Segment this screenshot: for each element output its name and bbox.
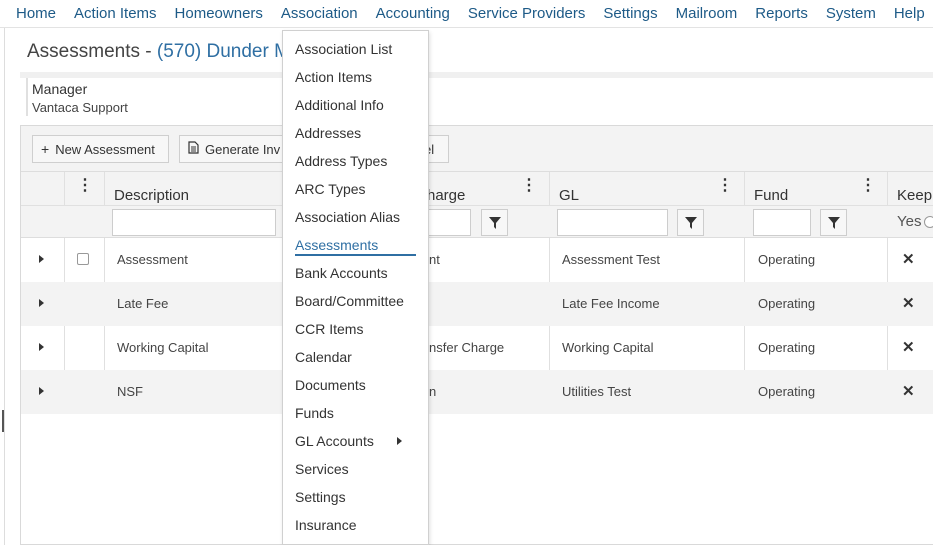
association-dropdown-menu: Association List Action Items Additional… [282, 30, 429, 545]
expand-row-icon[interactable] [39, 343, 44, 351]
charge-filter-button[interactable] [481, 209, 508, 236]
description-column-header[interactable]: Description [104, 172, 284, 206]
table-row[interactable]: Late Fee Late Fee Income Operating ✕ [21, 282, 933, 326]
menu-item-association-alias[interactable]: Association Alias [295, 203, 400, 231]
gl-cell: Working Capital [562, 340, 654, 355]
fund-cell: Operating [758, 384, 816, 399]
menu-item-calendar[interactable]: Calendar [295, 343, 352, 371]
menu-item-association-list[interactable]: Association List [295, 35, 392, 63]
description-cell: Assessment [117, 252, 188, 267]
filter-icon [684, 216, 697, 229]
nav-home[interactable]: Home [0, 1, 65, 27]
menu-item-address-types[interactable]: Address Types [295, 147, 387, 175]
gl-filter-button[interactable] [677, 209, 704, 236]
title-divider [20, 72, 933, 78]
page-title-prefix: Assessments - [27, 41, 157, 62]
nav-system[interactable]: System [817, 1, 885, 27]
description-cell: NSF [117, 384, 143, 399]
expand-row-icon[interactable] [39, 387, 44, 395]
fund-filter-input[interactable] [753, 209, 811, 236]
nav-homeowners[interactable]: Homeowners [166, 1, 272, 27]
charge-cell: n [429, 384, 437, 399]
menu-item-board-committee[interactable]: Board/Committee [295, 287, 404, 315]
menu-item-services[interactable]: Services [295, 455, 349, 483]
menu-item-ccr-items[interactable]: CCR Items [295, 315, 363, 343]
menu-item-bank-accounts[interactable]: Bank Accounts [295, 259, 388, 287]
gl-cell: Assessment Test [562, 252, 661, 267]
generate-invoices-label: Generate Inv [205, 141, 281, 157]
description-filter-input[interactable] [112, 209, 276, 236]
grid-header: ⋮ Description harge ⋮ GL ⋮ Fund ⋮ Keep [21, 172, 933, 206]
menu-item-settings[interactable]: Settings [295, 483, 346, 511]
generate-invoices-button[interactable]: Generate Inv [179, 135, 289, 163]
manager-value: Vantaca Support [32, 100, 128, 115]
keep-filter-toggle[interactable] [924, 216, 933, 228]
new-assessment-label: New Assessment [55, 141, 155, 157]
fund-filter-button[interactable] [820, 209, 847, 236]
expand-row-icon[interactable] [39, 299, 44, 307]
nav-action-items[interactable]: Action Items [65, 1, 166, 27]
kebab-icon[interactable]: ⋮ [860, 178, 876, 194]
manager-label: Manager [32, 81, 88, 97]
charge-cell: nt [429, 252, 440, 267]
close-icon: ✕ [902, 251, 915, 268]
menu-item-gl-accounts[interactable]: GL Accounts [295, 427, 374, 455]
fund-cell: Operating [758, 252, 816, 267]
nav-help[interactable]: Help [885, 1, 933, 27]
filter-icon [827, 216, 840, 229]
nav-service-providers[interactable]: Service Providers [459, 1, 595, 27]
description-cell: Working Capital [117, 340, 209, 355]
selected-indicator [295, 254, 416, 256]
gl-cell: Late Fee Income [562, 296, 660, 311]
menu-item-funds[interactable]: Funds [295, 399, 334, 427]
expand-column-header [21, 172, 64, 206]
table-row[interactable]: Working Capital nsfer Charge Working Cap… [21, 326, 933, 370]
document-icon [188, 141, 199, 157]
gl-filter-input[interactable] [557, 209, 668, 236]
charge-cell: nsfer Charge [429, 340, 505, 355]
left-resize-handle[interactable] [2, 410, 4, 432]
kebab-icon[interactable]: ⋮ [77, 178, 93, 194]
left-edge [0, 28, 5, 545]
fund-cell: Operating [758, 340, 816, 355]
keep-filter-value[interactable]: Yes [897, 213, 921, 230]
menu-item-action-items[interactable]: Action Items [295, 63, 372, 91]
nav-mailroom[interactable]: Mailroom [667, 1, 747, 27]
table-row[interactable]: NSF n Utilities Test Operating ✕ [21, 370, 933, 414]
plus-icon: + [41, 141, 50, 157]
table-row[interactable]: Assessment nt Assessment Test Operating … [21, 238, 933, 282]
expand-row-icon[interactable] [39, 255, 44, 263]
nav-reports[interactable]: Reports [746, 1, 817, 27]
kebab-icon[interactable]: ⋮ [717, 178, 733, 194]
submenu-arrow-icon [397, 437, 402, 445]
manager-info: Manager Vantaca Support [26, 78, 128, 116]
menu-item-insurance[interactable]: Insurance [295, 511, 356, 539]
menu-item-arc-types[interactable]: ARC Types [295, 175, 366, 203]
menu-item-addresses[interactable]: Addresses [295, 119, 361, 147]
filter-icon [488, 216, 501, 229]
nav-association[interactable]: Association [271, 0, 367, 27]
fund-cell: Operating [758, 296, 816, 311]
grid-toolbar: + New Assessment Generate Inv el [21, 126, 933, 172]
gl-cell: Utilities Test [562, 384, 632, 399]
assessments-grid: + New Assessment Generate Inv el ⋮ Descr… [20, 125, 933, 545]
close-icon: ✕ [902, 295, 915, 312]
filter-row: Yes [21, 206, 933, 238]
description-cell: Late Fee [117, 296, 169, 311]
nav-settings[interactable]: Settings [594, 1, 666, 27]
page-title: Assessments - (570) Dunder M [27, 41, 290, 63]
close-icon: ✕ [902, 339, 915, 356]
new-assessment-button[interactable]: + New Assessment [32, 135, 169, 163]
top-navigation: Home Action Items Homeowners Association… [0, 0, 933, 28]
close-icon: ✕ [902, 383, 915, 400]
association-link[interactable]: (570) Dunder M [157, 41, 290, 62]
gl-column-header[interactable]: GL [549, 172, 744, 206]
kebab-icon[interactable]: ⋮ [521, 178, 537, 194]
nav-accounting[interactable]: Accounting [367, 1, 459, 27]
menu-item-additional-info[interactable]: Additional Info [295, 91, 384, 119]
menu-item-documents[interactable]: Documents [295, 371, 366, 399]
keep-column-header[interactable]: Keep [887, 172, 933, 206]
row-checkbox[interactable] [77, 253, 89, 265]
